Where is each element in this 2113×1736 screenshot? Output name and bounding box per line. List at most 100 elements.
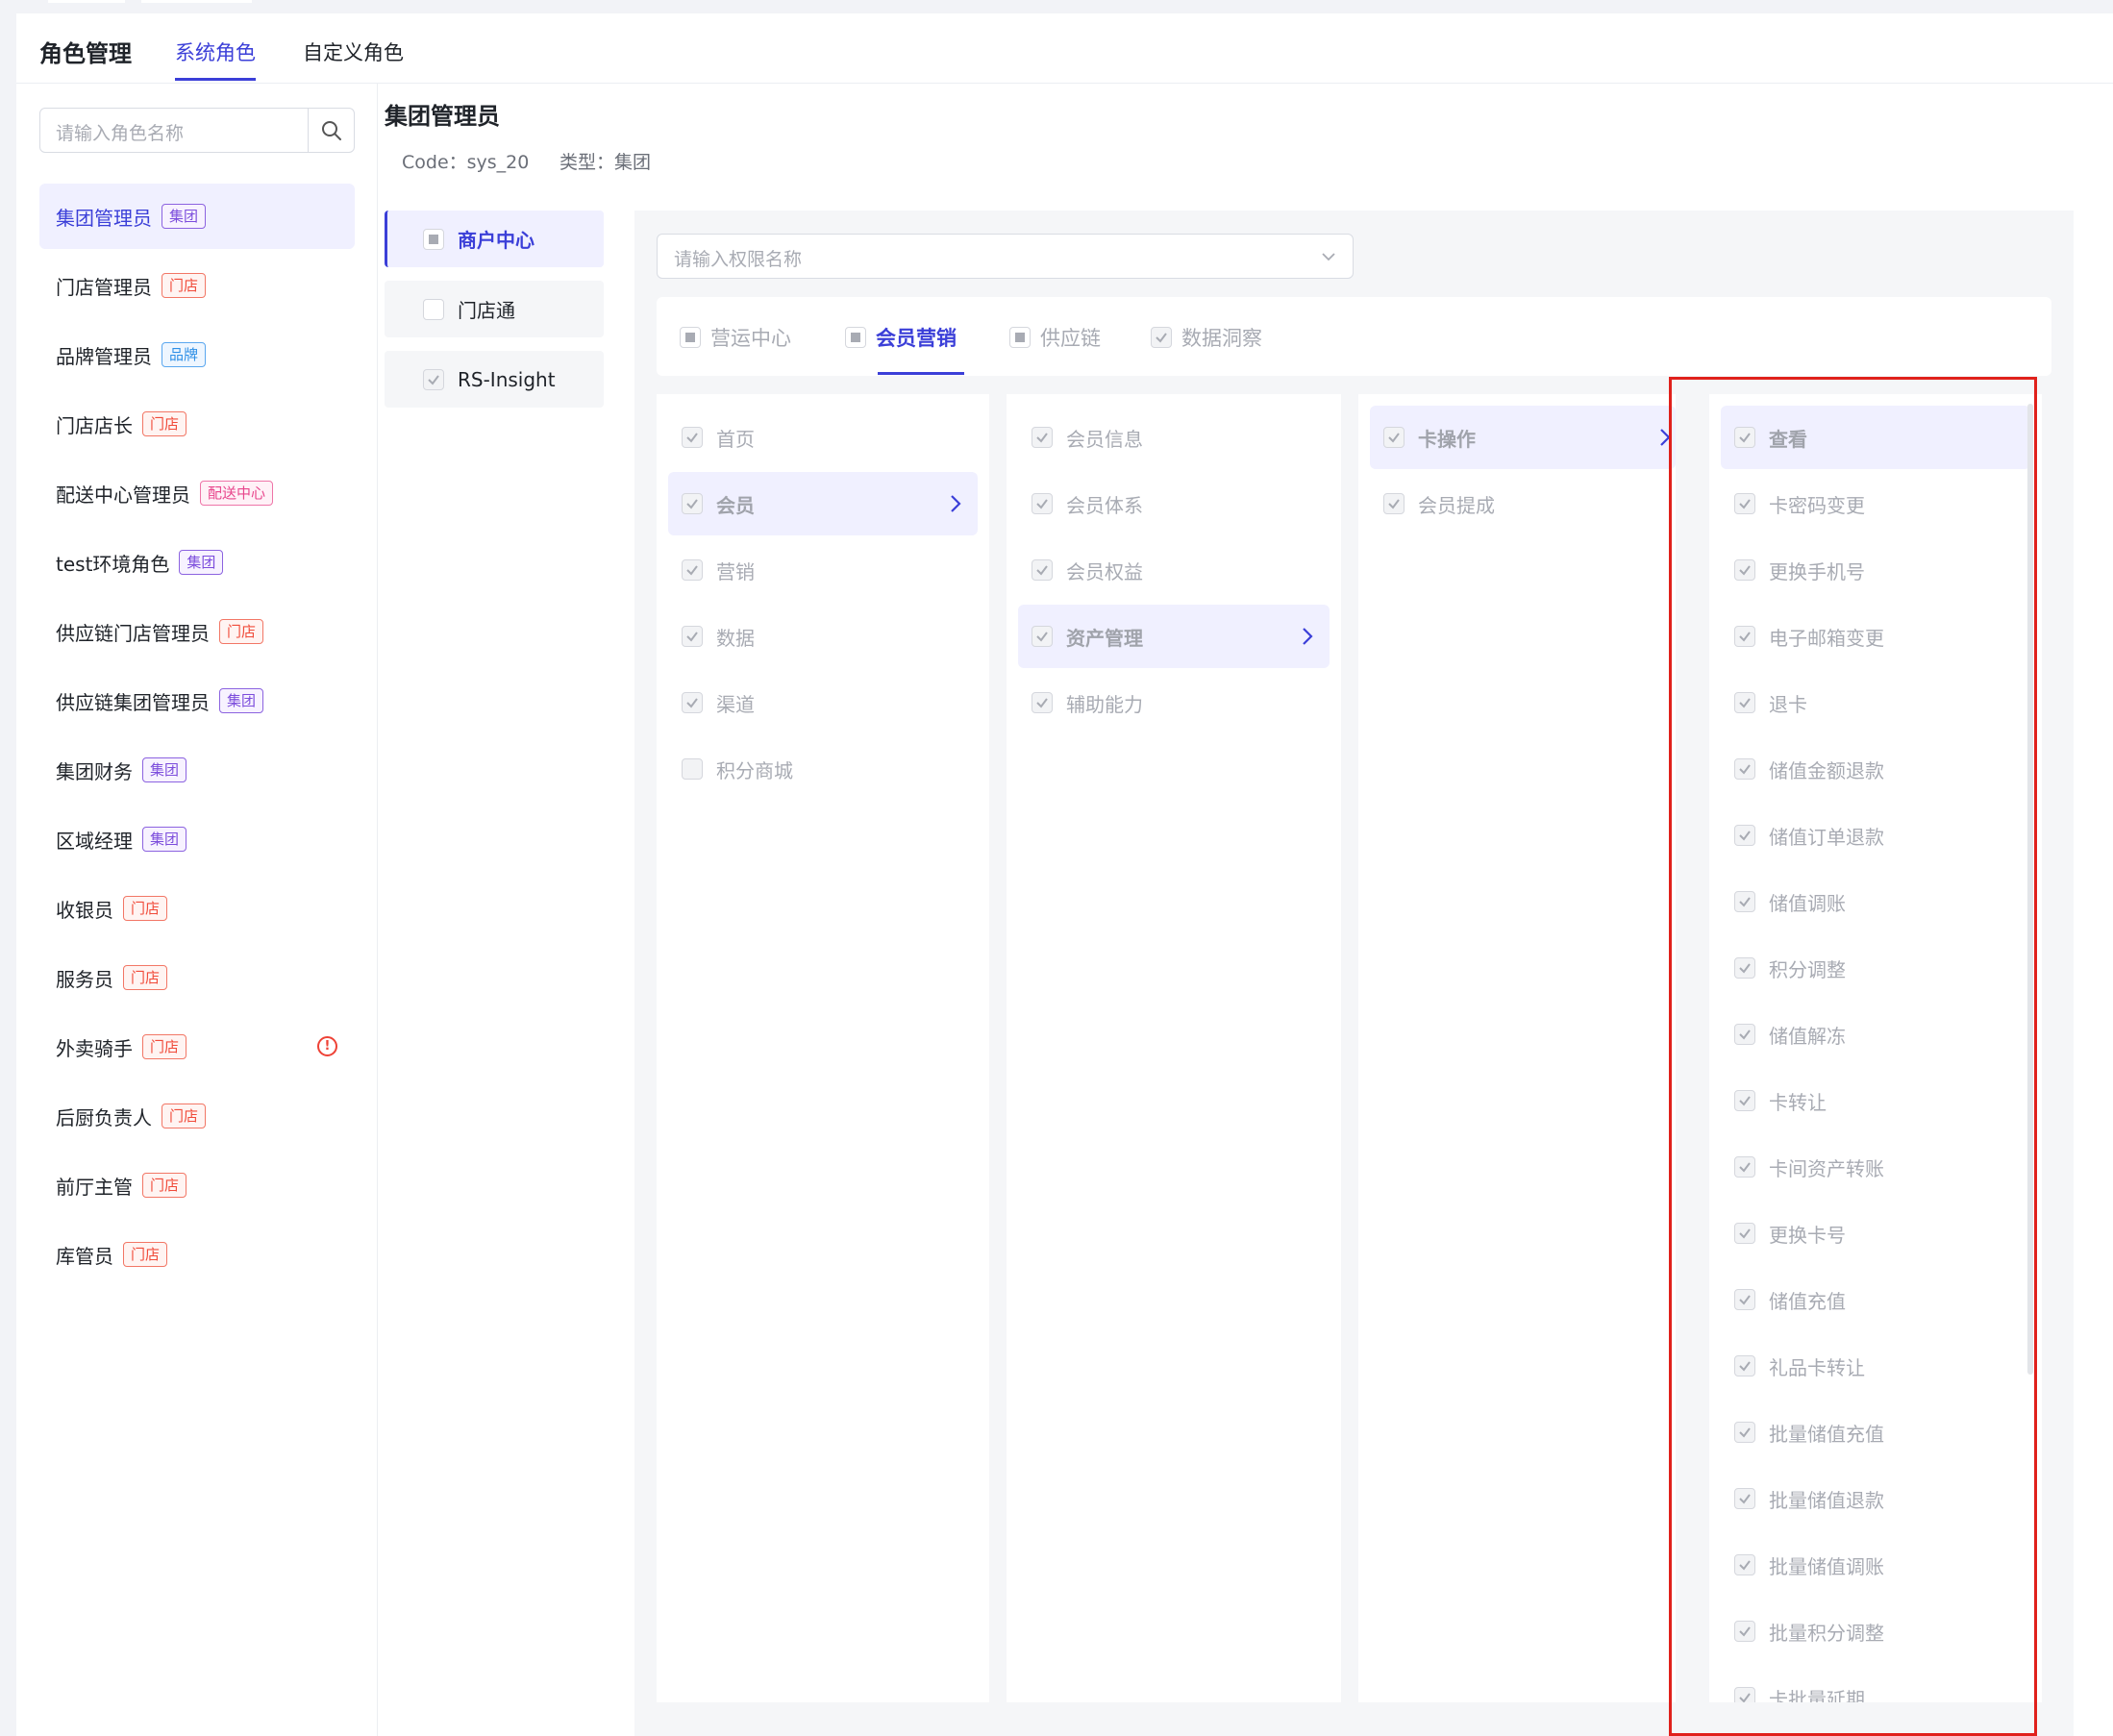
checked-checkbox-icon[interactable]	[1734, 957, 1755, 979]
checked-checkbox-icon[interactable]	[1734, 1687, 1755, 1702]
permission-item[interactable]: 批量积分调整	[1721, 1600, 2030, 1663]
role-item[interactable]: 外卖骑手 门店!	[39, 1014, 355, 1079]
permission-item[interactable]: 储值充值	[1721, 1268, 2030, 1331]
checked-checkbox-icon[interactable]	[682, 493, 703, 514]
partial-checkbox-icon[interactable]	[845, 327, 866, 348]
checked-checkbox-icon[interactable]	[1734, 1422, 1755, 1443]
permission-item[interactable]: 批量储值退款	[1721, 1467, 2030, 1530]
checked-checkbox-icon[interactable]	[1151, 327, 1172, 348]
role-item[interactable]: 品牌管理员 品牌	[39, 322, 355, 387]
tab-custom-roles[interactable]: 自定义角色	[303, 37, 404, 66]
permission-item[interactable]: 退卡	[1721, 671, 2030, 734]
checkbox-icon[interactable]	[423, 298, 444, 320]
permission-item[interactable]: 首页	[668, 406, 978, 469]
system-item-store-pass[interactable]: 门店通	[385, 281, 604, 337]
checked-checkbox-icon[interactable]	[1383, 493, 1405, 514]
permission-item[interactable]: 卡操作	[1370, 406, 1676, 469]
permission-item[interactable]: 批量储值调账	[1721, 1533, 2030, 1597]
role-item[interactable]: 集团管理员 集团	[39, 184, 355, 249]
checked-checkbox-icon[interactable]	[1734, 758, 1755, 780]
checked-checkbox-icon[interactable]	[423, 368, 444, 390]
checked-checkbox-icon[interactable]	[1032, 692, 1053, 713]
checked-checkbox-icon[interactable]	[1734, 1289, 1755, 1310]
role-item[interactable]: 收银员 门店	[39, 876, 355, 941]
role-item[interactable]: 配送中心管理员 配送中心	[39, 460, 355, 526]
checked-checkbox-icon[interactable]	[682, 626, 703, 647]
partial-checkbox-icon[interactable]	[1009, 327, 1031, 348]
permission-item[interactable]: 更换卡号	[1721, 1202, 2030, 1265]
checked-checkbox-icon[interactable]	[1734, 692, 1755, 713]
checked-checkbox-icon[interactable]	[682, 559, 703, 581]
permission-item[interactable]: 储值调账	[1721, 870, 2030, 933]
checked-checkbox-icon[interactable]	[682, 692, 703, 713]
checked-checkbox-icon[interactable]	[1734, 559, 1755, 581]
partial-checkbox-icon[interactable]	[423, 228, 444, 250]
module-tab-supply-chain[interactable]: 供应链	[1009, 323, 1101, 352]
checked-checkbox-icon[interactable]	[1734, 1024, 1755, 1045]
permission-item[interactable]: 渠道	[668, 671, 978, 734]
permission-item[interactable]: 储值订单退款	[1721, 804, 2030, 867]
module-tab-data-insight[interactable]: 数据洞察	[1151, 323, 1262, 352]
checked-checkbox-icon[interactable]	[1734, 1156, 1755, 1178]
role-item[interactable]: 前厅主管 门店	[39, 1153, 355, 1218]
checked-checkbox-icon[interactable]	[1032, 493, 1053, 514]
checked-checkbox-icon[interactable]	[1734, 427, 1755, 448]
checked-checkbox-icon[interactable]	[1734, 1488, 1755, 1509]
checked-checkbox-icon[interactable]	[1032, 626, 1053, 647]
role-item[interactable]: 库管员 门店	[39, 1222, 355, 1287]
role-search[interactable]: 请输入角色名称	[39, 108, 355, 153]
checked-checkbox-icon[interactable]	[1734, 891, 1755, 912]
role-item[interactable]: 供应链门店管理员 门店	[39, 599, 355, 664]
permission-item[interactable]: 积分商城	[668, 737, 978, 801]
checked-checkbox-icon[interactable]	[682, 427, 703, 448]
system-item-merchant-center[interactable]: 商户中心	[385, 211, 604, 267]
permission-item[interactable]: 会员提成	[1370, 472, 1676, 535]
checked-checkbox-icon[interactable]	[1032, 427, 1053, 448]
permission-item[interactable]: 营销	[668, 538, 978, 602]
permission-item[interactable]: 卡间资产转账	[1721, 1135, 2030, 1199]
role-item[interactable]: 服务员 门店	[39, 945, 355, 1010]
checked-checkbox-icon[interactable]	[1734, 1554, 1755, 1575]
role-item[interactable]: 门店店长 门店	[39, 391, 355, 457]
permission-item[interactable]: 会员权益	[1018, 538, 1330, 602]
permission-item[interactable]: 卡密码变更	[1721, 472, 2030, 535]
permission-item[interactable]: 会员	[668, 472, 978, 535]
permission-item[interactable]: 会员信息	[1018, 406, 1330, 469]
permission-item[interactable]: 查看	[1721, 406, 2030, 469]
permission-item[interactable]: 储值金额退款	[1721, 737, 2030, 801]
permission-item[interactable]: 礼品卡转让	[1721, 1334, 2030, 1398]
checked-checkbox-icon[interactable]	[1032, 559, 1053, 581]
checked-checkbox-icon[interactable]	[1383, 427, 1405, 448]
checked-checkbox-icon[interactable]	[1734, 1355, 1755, 1376]
partial-checkbox-icon[interactable]	[680, 327, 701, 348]
warning-icon[interactable]: !	[317, 1036, 337, 1056]
permission-item[interactable]: 卡批量延期	[1721, 1666, 2030, 1702]
checkbox-icon[interactable]	[682, 758, 703, 780]
checked-checkbox-icon[interactable]	[1734, 626, 1755, 647]
role-item[interactable]: test环境角色 集团	[39, 530, 355, 595]
permission-item[interactable]: 辅助能力	[1018, 671, 1330, 734]
checked-checkbox-icon[interactable]	[1734, 1621, 1755, 1642]
role-search-button[interactable]	[308, 109, 354, 152]
module-tab-member-marketing[interactable]: 会员营销	[845, 323, 957, 352]
checked-checkbox-icon[interactable]	[1734, 1223, 1755, 1244]
permission-item[interactable]: 会员体系	[1018, 472, 1330, 535]
checked-checkbox-icon[interactable]	[1734, 1090, 1755, 1111]
checked-checkbox-icon[interactable]	[1734, 825, 1755, 846]
permission-item[interactable]: 资产管理	[1018, 605, 1330, 668]
role-item[interactable]: 区域经理 集团	[39, 806, 355, 872]
permission-item[interactable]: 电子邮箱变更	[1721, 605, 2030, 668]
permission-item[interactable]: 储值解冻	[1721, 1003, 2030, 1066]
permission-item[interactable]: 更换手机号	[1721, 538, 2030, 602]
tab-system-roles[interactable]: 系统角色	[175, 37, 256, 66]
permission-item[interactable]: 数据	[668, 605, 978, 668]
role-item[interactable]: 后厨负责人 门店	[39, 1083, 355, 1149]
permission-item[interactable]: 批量储值充值	[1721, 1401, 2030, 1464]
module-tab-operations[interactable]: 营运中心	[680, 323, 791, 352]
permission-item[interactable]: 卡转让	[1721, 1069, 2030, 1132]
role-item[interactable]: 供应链集团管理员 集团	[39, 668, 355, 733]
permission-item[interactable]: 积分调整	[1721, 936, 2030, 1000]
checked-checkbox-icon[interactable]	[1734, 493, 1755, 514]
permission-search-select[interactable]: 请输入权限名称	[657, 234, 1354, 279]
role-item[interactable]: 集团财务 集团	[39, 737, 355, 803]
